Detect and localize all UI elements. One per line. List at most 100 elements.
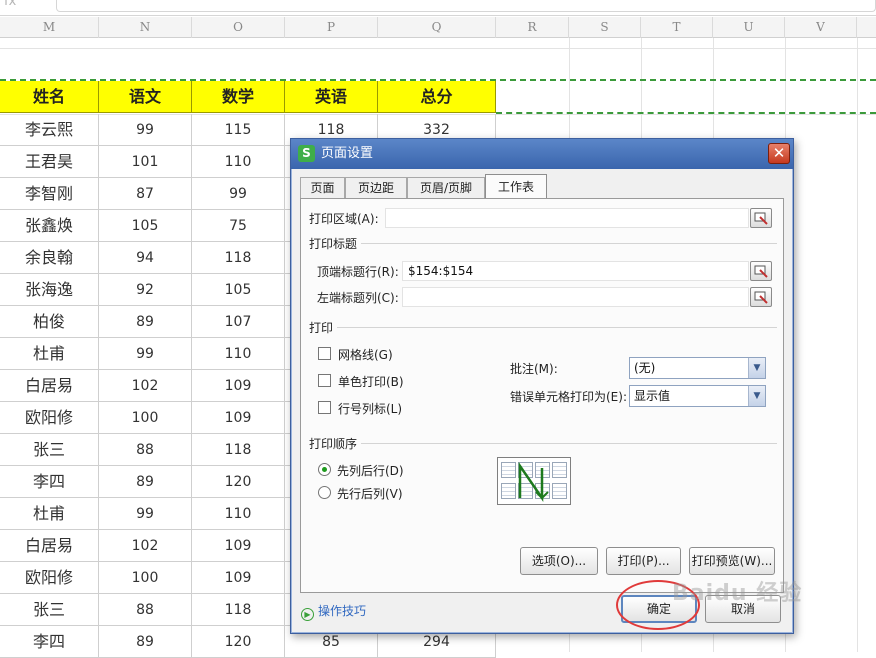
- cell-math[interactable]: 109: [192, 402, 285, 434]
- mono-print-label[interactable]: 单色打印(B): [338, 373, 404, 390]
- cell-chinese[interactable]: 100: [99, 402, 192, 434]
- tips-label[interactable]: 操作技巧: [318, 604, 366, 618]
- cell-name[interactable]: 张鑫焕: [0, 210, 99, 242]
- cell-name[interactable]: 李云熙: [0, 114, 99, 146]
- cell-math[interactable]: 120: [192, 466, 285, 498]
- cell-chinese[interactable]: 89: [99, 466, 192, 498]
- cell-name[interactable]: 张三: [0, 594, 99, 626]
- cell-math[interactable]: 110: [192, 338, 285, 370]
- error-cells-select[interactable]: 显示值 ▼: [629, 385, 766, 407]
- range-select-icon: [754, 265, 768, 278]
- formula-input[interactable]: [56, 0, 876, 12]
- column-header-s[interactable]: S: [569, 17, 641, 38]
- left-columns-input[interactable]: [402, 287, 749, 307]
- cell-math[interactable]: 118: [192, 434, 285, 466]
- tab-header-footer[interactable]: 页眉/页脚: [407, 177, 485, 199]
- cell-chinese[interactable]: 88: [99, 434, 192, 466]
- tab-page[interactable]: 页面: [300, 177, 345, 199]
- gridlines-label[interactable]: 网格线(G): [338, 346, 393, 363]
- comments-select[interactable]: (无) ▼: [629, 357, 766, 379]
- row-col-headings-label[interactable]: 行号列标(L): [338, 400, 402, 417]
- cell-name[interactable]: 白居易: [0, 530, 99, 562]
- tips-link[interactable]: ▶ 操作技巧: [301, 602, 366, 621]
- cell-chinese[interactable]: 101: [99, 146, 192, 178]
- mono-print-checkbox[interactable]: [318, 374, 331, 387]
- cell-name[interactable]: 李四: [0, 626, 99, 658]
- options-button[interactable]: 选项(O)...: [520, 547, 598, 575]
- cell-math[interactable]: 109: [192, 562, 285, 594]
- cell-chinese[interactable]: 105: [99, 210, 192, 242]
- cell-chinese[interactable]: 92: [99, 274, 192, 306]
- cell-math[interactable]: 109: [192, 370, 285, 402]
- tab-margins[interactable]: 页边距: [345, 177, 407, 199]
- cell-name[interactable]: 欧阳修: [0, 402, 99, 434]
- cell-name[interactable]: 余良翰: [0, 242, 99, 274]
- print-area-picker-button[interactable]: [750, 208, 772, 228]
- left-columns-picker-button[interactable]: [750, 287, 772, 307]
- cell-math[interactable]: 75: [192, 210, 285, 242]
- cell-name[interactable]: 柏俊: [0, 306, 99, 338]
- down-then-over-label[interactable]: 先列后行(D): [337, 462, 404, 479]
- cell-chinese[interactable]: 88: [99, 594, 192, 626]
- column-header-q[interactable]: Q: [378, 17, 496, 38]
- cell-name[interactable]: 杜甫: [0, 338, 99, 370]
- cell-chinese[interactable]: 89: [99, 626, 192, 658]
- header-cell-math[interactable]: 数学: [192, 81, 285, 113]
- header-cell-english[interactable]: 英语: [285, 81, 378, 113]
- close-button[interactable]: ✕: [768, 143, 790, 164]
- cell-name[interactable]: 白居易: [0, 370, 99, 402]
- cell-math[interactable]: 105: [192, 274, 285, 306]
- down-then-over-radio[interactable]: [318, 463, 331, 476]
- cell-name[interactable]: 欧阳修: [0, 562, 99, 594]
- cell-name[interactable]: 张海逸: [0, 274, 99, 306]
- column-header-r[interactable]: R: [496, 17, 569, 38]
- cell-math[interactable]: 120: [192, 626, 285, 658]
- cell-name[interactable]: 杜甫: [0, 498, 99, 530]
- cell-math[interactable]: 110: [192, 146, 285, 178]
- cell-math[interactable]: 118: [192, 594, 285, 626]
- header-cell-name[interactable]: 姓名: [0, 81, 99, 113]
- column-header-t[interactable]: T: [641, 17, 713, 38]
- chevron-down-icon[interactable]: ▼: [748, 358, 765, 378]
- over-then-down-label[interactable]: 先行后列(V): [337, 485, 403, 502]
- cell-math[interactable]: 99: [192, 178, 285, 210]
- top-rows-input[interactable]: $154:$154: [402, 261, 749, 281]
- cell-chinese[interactable]: 99: [99, 338, 192, 370]
- cell-name[interactable]: 王君昊: [0, 146, 99, 178]
- column-header-u[interactable]: U: [713, 17, 785, 38]
- cell-name[interactable]: 李四: [0, 466, 99, 498]
- chevron-down-icon[interactable]: ▼: [748, 386, 765, 406]
- top-rows-picker-button[interactable]: [750, 261, 772, 281]
- cell-math[interactable]: 109: [192, 530, 285, 562]
- gridlines-checkbox[interactable]: [318, 347, 331, 360]
- cell-chinese[interactable]: 94: [99, 242, 192, 274]
- cell-name[interactable]: 张三: [0, 434, 99, 466]
- fx-icon[interactable]: fx: [4, 0, 16, 9]
- cell-chinese[interactable]: 100: [99, 562, 192, 594]
- cell-math[interactable]: 107: [192, 306, 285, 338]
- cell-name[interactable]: 李智刚: [0, 178, 99, 210]
- column-header-n[interactable]: N: [99, 17, 192, 38]
- header-cell-total[interactable]: 总分: [378, 81, 496, 113]
- cell-chinese[interactable]: 102: [99, 370, 192, 402]
- column-header-p[interactable]: P: [285, 17, 378, 38]
- cell-math[interactable]: 115: [192, 114, 285, 146]
- title-bar[interactable]: S 页面设置 ✕: [291, 139, 793, 169]
- column-header-o[interactable]: O: [192, 17, 285, 38]
- over-then-down-radio[interactable]: [318, 486, 331, 499]
- cell-chinese[interactable]: 87: [99, 178, 192, 210]
- row-col-headings-checkbox[interactable]: [318, 401, 331, 414]
- print-area-input[interactable]: [385, 208, 749, 228]
- print-preview-button[interactable]: 打印预览(W)...: [689, 547, 775, 575]
- column-header-v[interactable]: V: [785, 17, 857, 38]
- header-cell-chinese[interactable]: 语文: [99, 81, 192, 113]
- cell-chinese[interactable]: 89: [99, 306, 192, 338]
- cell-math[interactable]: 118: [192, 242, 285, 274]
- tab-sheet[interactable]: 工作表: [485, 174, 547, 200]
- cell-chinese[interactable]: 102: [99, 530, 192, 562]
- column-header-m[interactable]: M: [0, 17, 99, 38]
- cell-chinese[interactable]: 99: [99, 114, 192, 146]
- cell-math[interactable]: 110: [192, 498, 285, 530]
- print-button[interactable]: 打印(P)...: [606, 547, 681, 575]
- cell-chinese[interactable]: 99: [99, 498, 192, 530]
